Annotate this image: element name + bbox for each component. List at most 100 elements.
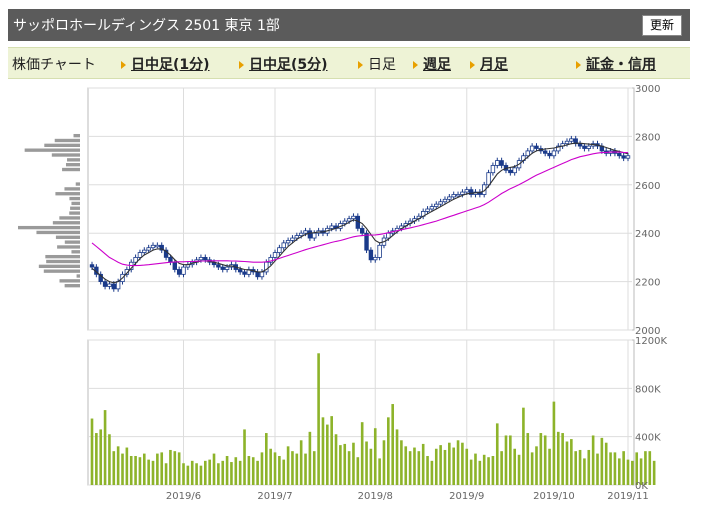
volume-bar	[103, 410, 107, 485]
volume-bar	[478, 460, 482, 485]
volume-bar	[644, 451, 647, 485]
candle-body	[625, 155, 631, 159]
price-volume-bar	[64, 187, 80, 191]
candle-body	[346, 218, 352, 222]
candle-body	[464, 189, 469, 193]
nav-intraday-5min[interactable]: 日中足(5分)	[239, 54, 328, 74]
nav-monthly[interactable]: 月足	[470, 54, 508, 74]
volume-bar	[517, 454, 521, 485]
candle-body	[142, 249, 147, 253]
volume-bar	[613, 452, 617, 485]
volume-bar	[587, 449, 591, 485]
candle-body	[303, 230, 308, 234]
volume-bar	[195, 463, 198, 485]
volume-bar	[622, 451, 625, 485]
candle-body	[111, 283, 116, 290]
price-volume-bar	[65, 163, 80, 167]
nav-weekly[interactable]: 週足	[413, 54, 451, 74]
candle-body	[577, 143, 583, 147]
price-volume-bar	[59, 216, 80, 220]
chart-nav-bar: 株価チャート 日中足(1分) 日中足(5分) 日足 週足 月足 証金・信用	[8, 47, 690, 79]
arrow-right-icon	[239, 61, 244, 69]
candle-body	[543, 150, 548, 154]
price-volume-bar	[45, 254, 80, 259]
refresh-button[interactable]: 更新	[642, 15, 682, 36]
volume-bar	[164, 463, 168, 485]
candle-body	[460, 191, 465, 195]
candle-body	[359, 227, 365, 234]
volume-bar	[112, 451, 116, 485]
candle-body	[551, 150, 557, 157]
volume-bar	[142, 453, 146, 485]
volume-bar	[273, 452, 277, 485]
candle-body	[582, 145, 587, 149]
volume-bar	[256, 460, 259, 485]
volume-bar	[134, 456, 137, 485]
volume-bar	[652, 460, 656, 485]
volume-profile	[18, 133, 81, 288]
price-volume-bar	[64, 240, 80, 244]
volume-bar	[265, 433, 268, 485]
volume-bar	[487, 457, 490, 485]
candle-body	[294, 235, 300, 239]
volume-bar	[147, 459, 150, 485]
volume-bar	[212, 453, 216, 485]
volume-bar	[578, 449, 582, 485]
candle-body	[312, 232, 317, 239]
candle-body	[281, 242, 286, 249]
volume-bar	[500, 451, 503, 485]
candle-body	[181, 266, 186, 275]
stock-chart: 3000280026002400220020001200K800K400K0K2…	[18, 85, 667, 502]
volume-bar	[530, 452, 534, 485]
volume-bar	[203, 460, 207, 485]
title-bar: サッポロホールディングス 2501 東京 1部 更新	[8, 9, 690, 41]
price-volume-bar	[71, 250, 80, 254]
volume-bar	[108, 434, 111, 485]
volume-bar	[526, 433, 530, 485]
volume-bar	[448, 442, 451, 485]
nav-intraday-1min[interactable]: 日中足(1分)	[121, 54, 210, 74]
volume-bar	[247, 456, 251, 485]
candle-body	[224, 266, 230, 270]
volume-bar	[504, 435, 508, 485]
volume-bar	[234, 457, 238, 485]
volume-bar	[631, 460, 634, 485]
volume-bar	[343, 443, 347, 485]
volume-bar	[404, 446, 408, 485]
volume-bar	[430, 460, 434, 485]
volume-bar	[426, 456, 429, 485]
volume-bar	[365, 441, 368, 485]
candle-body	[368, 249, 374, 261]
price-volume-bar	[55, 192, 80, 196]
volume-bar	[243, 429, 246, 485]
candle-body	[486, 172, 491, 186]
candle-body	[307, 230, 313, 239]
volume-bar	[95, 433, 98, 485]
volume-bar	[413, 447, 416, 485]
candle-body	[89, 264, 95, 268]
volume-bar	[190, 460, 194, 485]
volume-bar	[439, 445, 442, 485]
nav-margin[interactable]: 証金・信用	[576, 54, 656, 74]
candle-body	[564, 140, 570, 145]
candle-body	[617, 152, 622, 157]
candle-body	[534, 145, 539, 149]
price-volume-bar	[36, 230, 80, 235]
volume-bar	[360, 422, 364, 485]
price-volume-bar	[51, 153, 80, 157]
volume-bar	[199, 465, 203, 485]
volume-bar	[443, 449, 447, 485]
volume-bar	[186, 465, 190, 485]
volume-bar	[278, 456, 281, 485]
volume-bar	[522, 407, 525, 485]
volume-bar	[251, 457, 255, 485]
price-volume-bar	[76, 274, 80, 278]
volume-bar	[561, 433, 564, 485]
volume-bar	[469, 459, 473, 485]
volume-bar	[543, 435, 547, 485]
stock-title: サッポロホールディングス 2501 東京 1部	[13, 18, 280, 34]
candle-body	[438, 201, 443, 205]
volume-bar	[583, 458, 586, 485]
candle-body	[155, 244, 160, 248]
volume-bar	[565, 441, 569, 485]
